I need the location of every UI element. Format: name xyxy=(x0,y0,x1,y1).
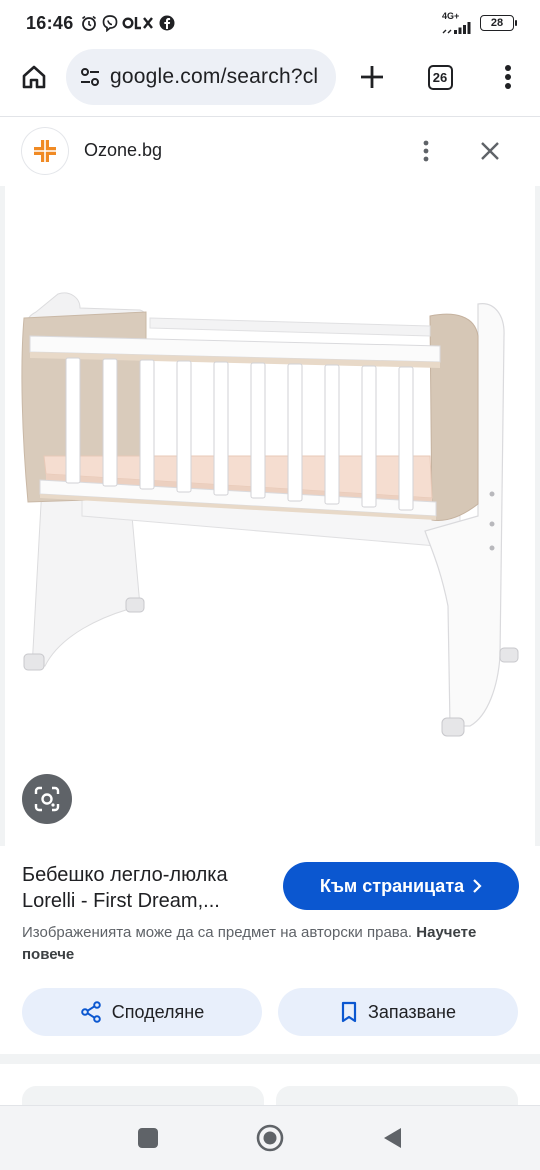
tab-count: 26 xyxy=(427,64,453,90)
facebook-icon xyxy=(159,15,175,31)
share-label: Споделяне xyxy=(111,1001,205,1022)
copyright-notice: Изображенията може да са предмет на авто… xyxy=(22,922,522,966)
toolbar-divider xyxy=(0,116,540,117)
bookmark-icon xyxy=(341,1001,357,1023)
network-label: 4G+ xyxy=(442,10,460,21)
home-icon xyxy=(22,65,46,89)
signal-icon xyxy=(442,21,471,34)
source-row: Ozone.bg xyxy=(0,126,540,176)
result-title[interactable]: Бебешко легло-люлка Lorelli - First Drea… xyxy=(22,862,272,914)
copyright-text: Изображенията може да са предмет на авто… xyxy=(22,924,413,941)
image-edge-right xyxy=(535,186,540,846)
result-title-line2: Lorelli - First Dream,... xyxy=(22,890,220,912)
battery-indicator: 28 xyxy=(480,15,517,31)
visit-page-label: Към страницата xyxy=(319,875,465,896)
status-bar: 16:46 4G+ 28 xyxy=(0,0,540,46)
status-time: 16:46 xyxy=(26,12,74,33)
browser-toolbar: google.com/search?cl 26 xyxy=(0,48,540,106)
save-label: Запазване xyxy=(367,1001,456,1022)
tab-switcher-button[interactable]: 26 xyxy=(420,57,460,97)
home-circle-icon xyxy=(256,1124,284,1152)
tune-icon[interactable] xyxy=(78,65,102,89)
url-text: google.com/search?cl xyxy=(110,65,319,88)
visit-page-button[interactable]: Към страницата xyxy=(283,862,519,910)
result-title-line1: Бебешко легло-люлка xyxy=(22,864,228,886)
close-icon xyxy=(481,142,499,160)
chevron-right-icon xyxy=(473,879,482,893)
share-button[interactable]: Споделяне xyxy=(22,988,262,1036)
home-nav-button[interactable] xyxy=(256,1124,284,1152)
lens-button[interactable] xyxy=(22,774,72,824)
home-button[interactable] xyxy=(14,57,54,97)
image-edge-left xyxy=(0,186,5,846)
back-button[interactable] xyxy=(378,1124,406,1152)
crib-illustration xyxy=(21,292,519,737)
more-vert-icon xyxy=(505,65,511,89)
olx-icon xyxy=(122,17,153,30)
more-vert-icon xyxy=(423,140,429,162)
result-image[interactable] xyxy=(0,186,540,846)
source-name[interactable]: Ozone.bg xyxy=(84,140,162,161)
back-icon xyxy=(384,1128,401,1148)
new-tab-button[interactable] xyxy=(352,57,392,97)
lens-icon xyxy=(34,786,60,812)
close-button[interactable] xyxy=(470,131,510,171)
recents-icon xyxy=(138,1128,158,1148)
address-bar[interactable]: google.com/search?cl xyxy=(66,49,336,105)
system-nav-bar xyxy=(0,1105,540,1170)
save-button[interactable]: Запазване xyxy=(278,988,518,1036)
recents-button[interactable] xyxy=(134,1124,162,1152)
ozone-logo-icon xyxy=(34,140,56,162)
plus-icon xyxy=(361,66,383,88)
section-separator xyxy=(0,1054,540,1064)
source-menu-button[interactable] xyxy=(406,131,446,171)
site-favicon[interactable] xyxy=(22,128,68,174)
share-icon xyxy=(80,1001,101,1023)
menu-button[interactable] xyxy=(488,57,528,97)
alarm-icon xyxy=(81,15,96,31)
viber-icon xyxy=(102,15,117,32)
